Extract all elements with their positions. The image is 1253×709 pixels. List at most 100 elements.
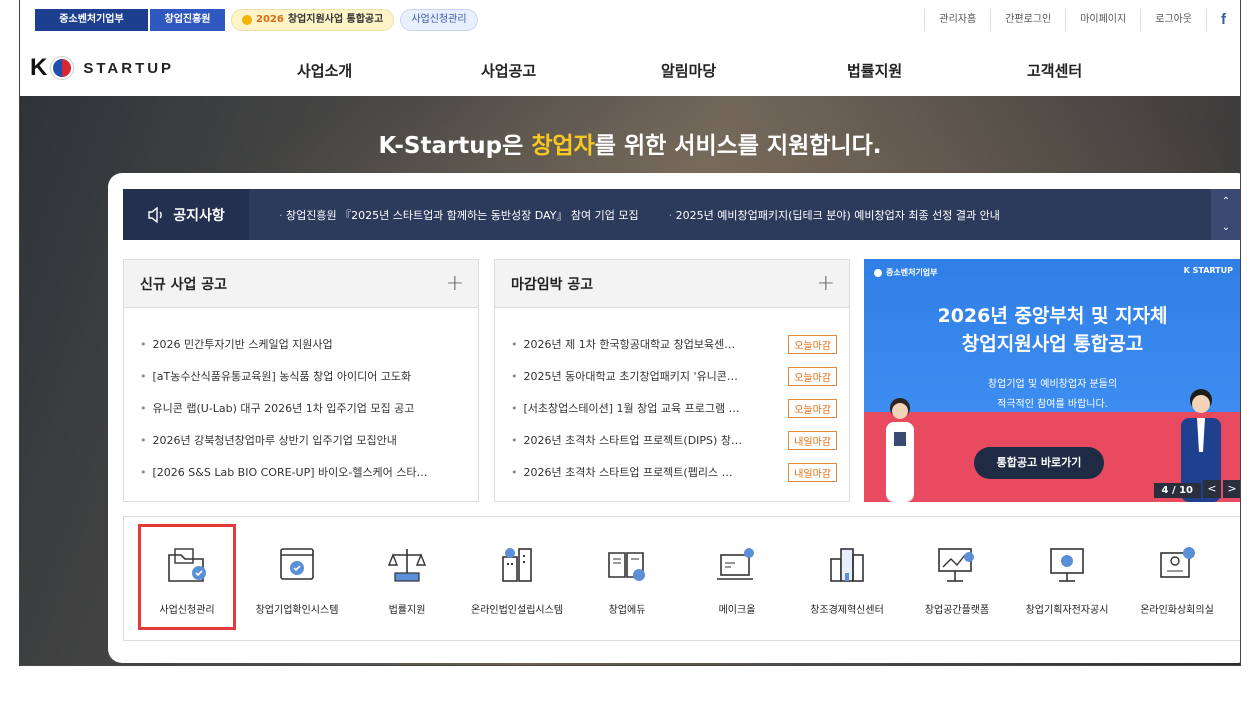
banner-page-indicator: 4 / 10 <box>1153 483 1201 498</box>
chevron-up-icon[interactable]: ⌃ <box>1222 196 1230 207</box>
list-item-text: [2026 S&S Lab BIO CORE-UP] 바이오-헬스케어 스타… <box>152 466 428 479</box>
video-meeting-icon <box>1160 547 1195 578</box>
plus-icon[interactable]: + <box>817 271 835 296</box>
list-item-text: 2026년 초격차 스타트업 프로젝트(DIPS) 창… <box>523 434 742 447</box>
deadline-badge: 오늘마감 <box>788 334 837 354</box>
banner-logo: K STARTUP <box>1183 266 1233 275</box>
service-space-platform[interactable]: 창업공간플랫폼 <box>908 517 1006 640</box>
list-item-text: [aT농수산식품유통교육원] 농식품 창업 아이디어 고도화 <box>152 370 412 383</box>
city-icon <box>830 548 864 582</box>
admin-home-link[interactable]: 관리자홈 <box>924 9 990 31</box>
banner-title-2: 창업지원사업 통합공고 <box>961 333 1144 355</box>
pill-year: 2026 <box>256 14 284 25</box>
hero-section: K-Startup은 창업자를 위한 서비스를 지원합니다. 공지사항 창업진흥… <box>20 96 1240 665</box>
main-nav: K STARTUP 사업소개 사업공고 알림마당 법률지원 고객센터 <box>20 40 1240 96</box>
k-startup-logo[interactable]: K STARTUP <box>30 54 174 82</box>
list-item[interactable]: • 2026 민간투자기반 스케일업 지원사업 <box>140 328 466 360</box>
service-ccei[interactable]: 창조경제혁신센터 <box>798 517 896 640</box>
banner-ministry: 중소벤처기업부 <box>874 267 938 278</box>
list-item-text: 2026 민간투자기반 스케일업 지원사업 <box>152 338 333 351</box>
chevron-down-icon[interactable]: ⌄ <box>1222 222 1230 233</box>
list-item-text: 2026년 강북청년창업마루 상반기 입주기업 모집안내 <box>152 434 397 447</box>
deadline-badge: 내일마감 <box>788 430 837 450</box>
board-icon <box>938 548 974 582</box>
utility-bar: 중소벤처기업부 창업진흥원 2026 창업지원사업 통합공고 사업신청관리 관리… <box>20 0 1240 40</box>
menu-business-intro[interactable]: 사업소개 <box>297 60 352 81</box>
service-online-incorporation[interactable]: 온라인법인설립시스템 <box>468 517 566 640</box>
list-item[interactable]: • 2026년 초격차 스타트업 프로젝트(DIPS) 창… 내일마감 <box>511 424 837 456</box>
service-startup-confirm[interactable]: 창업기업확인시스템 <box>248 517 346 640</box>
building-icon <box>502 548 532 582</box>
deadline-badge: 오늘마감 <box>788 366 837 386</box>
list-item[interactable]: • 2026년 강북청년창업마루 상반기 입주기업 모집안내 <box>140 424 466 456</box>
service-label: 법률지원 <box>388 605 426 616</box>
monitor-icon <box>1050 548 1084 582</box>
list-item[interactable]: • 유니콘 랩(U-Lab) 대구 2026년 1차 입주기업 모집 공고 <box>140 392 466 424</box>
service-startup-edu[interactable]: 창업에듀 <box>578 517 676 640</box>
list-item[interactable]: • [2026 S&S Lab BIO CORE-UP] 바이오-헬스케어 스타… <box>140 456 466 488</box>
notice-label: 공지사항 <box>123 189 249 240</box>
integrated-notice-button[interactable]: 통합공고 바로가기 <box>974 447 1104 479</box>
notice-bar: 공지사항 창업진흥원 『2025년 스타트업과 함께하는 동반성장 DAY』 참… <box>123 189 1240 240</box>
ministry-emblem-icon <box>874 268 882 277</box>
menu-business-notice[interactable]: 사업공고 <box>481 60 536 81</box>
service-video-meeting[interactable]: 온라인화상회의실 <box>1128 517 1226 640</box>
facebook-icon[interactable]: f <box>1206 9 1240 31</box>
mss-link[interactable]: 중소벤처기업부 <box>35 9 148 31</box>
service-legal-support[interactable]: 법률지원 <box>358 517 456 640</box>
menu-news[interactable]: 알림마당 <box>661 60 716 81</box>
banner-ministry-text: 중소벤처기업부 <box>886 268 938 277</box>
deadline-badge: 내일마감 <box>788 462 837 482</box>
service-ac-disclosure[interactable]: 창업기획자전자공시 <box>1018 517 1116 640</box>
promo-banner[interactable]: 중소벤처기업부 K STARTUP 2026년 중앙부처 및 지자체 창업지원사… <box>864 259 1240 502</box>
list-item-text: 2026년 초격차 스타트업 프로젝트(펩리스 … <box>523 466 733 479</box>
banner-next-icon[interactable]: > <box>1223 480 1240 498</box>
list-item[interactable]: • [서초창업스테이션] 1월 창업 교육 프로그램 … 오늘마감 <box>511 392 837 424</box>
list-item[interactable]: • [aT농수산식품유통교육원] 농식품 창업 아이디어 고도화 <box>140 360 466 392</box>
mypage-link[interactable]: 마이페이지 <box>1065 9 1140 31</box>
hero-title: K-Startup은 창업자를 위한 서비스를 지원합니다. <box>20 126 1240 160</box>
logout-link[interactable]: 로그아웃 <box>1140 9 1206 31</box>
list-item-text: 유니콘 랩(U-Lab) 대구 2026년 1차 입주기업 모집 공고 <box>152 402 415 415</box>
banner-title-1: 2026년 중앙부처 및 지자체 <box>937 305 1168 327</box>
list-item-text: 2025년 동아대학교 초기창업패키지 '유니콘… <box>523 370 738 383</box>
plus-icon[interactable]: + <box>446 271 464 296</box>
logo-emblem-icon <box>51 57 74 79</box>
notice-item[interactable]: 2025년 예비창업패키지(딥테크 분야) 예비창업자 최종 선정 결과 안내 <box>669 207 1000 223</box>
service-shortcuts: 사업신청관리 창업기업확인시스템 법률지원 온라인법인설립시스템 창업에듀 메이… <box>123 516 1240 641</box>
service-label: 창업공간플랫폼 <box>924 605 990 616</box>
content-panel: 공지사항 창업진흥원 『2025년 스타트업과 함께하는 동반성장 DAY』 참… <box>108 173 1240 663</box>
notice-label-text: 공지사항 <box>173 207 225 224</box>
hero-title-pre: K-Startup은 <box>378 133 532 159</box>
box-title: 신규 사업 공고 <box>140 276 228 293</box>
service-label: 창업기획자전자공시 <box>1025 605 1109 616</box>
service-makeall[interactable]: 메이크올 <box>688 517 786 640</box>
easy-login-link[interactable]: 간편로그인 <box>990 9 1065 31</box>
integrated-notice-pill[interactable]: 2026 창업지원사업 통합공고 <box>231 9 395 31</box>
notice-arrows: ⌃ ⌄ <box>1211 189 1240 240</box>
deadline-badge: 오늘마감 <box>788 398 837 418</box>
application-management-pill[interactable]: 사업신청관리 <box>400 9 478 31</box>
list-item[interactable]: • 2026년 초격차 스타트업 프로젝트(펩리스 … 내일마감 <box>511 456 837 488</box>
kised-link[interactable]: 창업진흥원 <box>150 9 225 31</box>
hero-title-highlight: 창업자 <box>531 133 595 159</box>
pill-text: 창업지원사업 통합공고 <box>287 14 384 25</box>
box-title: 마감임박 공고 <box>511 276 594 293</box>
list-item[interactable]: • 2026년 제 1차 한국항공대학교 창업보육센… 오늘마감 <box>511 328 837 360</box>
list-item[interactable]: • 2025년 동아대학교 초기창업패키지 '유니콘… 오늘마감 <box>511 360 837 392</box>
deadline-box: 마감임박 공고 + • 2026년 제 1차 한국항공대학교 창업보육센… 오늘마감… <box>494 259 850 502</box>
service-application-management[interactable]: 사업신청관리 <box>138 524 236 630</box>
logo-letter: K <box>30 54 48 81</box>
browser-frame: 중소벤처기업부 창업진흥원 2026 창업지원사업 통합공고 사업신청관리 관리… <box>19 0 1241 666</box>
menu-legal-support[interactable]: 법률지원 <box>847 60 902 81</box>
laptop-gear-icon <box>717 548 754 580</box>
service-label: 사업신청관리 <box>159 605 215 616</box>
list-item-text: [서초창업스테이션] 1월 창업 교육 프로그램 … <box>523 402 740 415</box>
service-label: 창업에듀 <box>608 605 646 616</box>
service-label: 창조경제혁신센터 <box>810 605 884 616</box>
notice-item[interactable]: 창업진흥원 『2025년 스타트업과 함께하는 동반성장 DAY』 참여 기업 … <box>279 207 639 223</box>
service-label: 메이크올 <box>718 605 756 616</box>
speaker-icon <box>148 206 163 223</box>
menu-customer-center[interactable]: 고객센터 <box>1027 60 1082 81</box>
banner-prev-icon[interactable]: < <box>1203 480 1221 498</box>
